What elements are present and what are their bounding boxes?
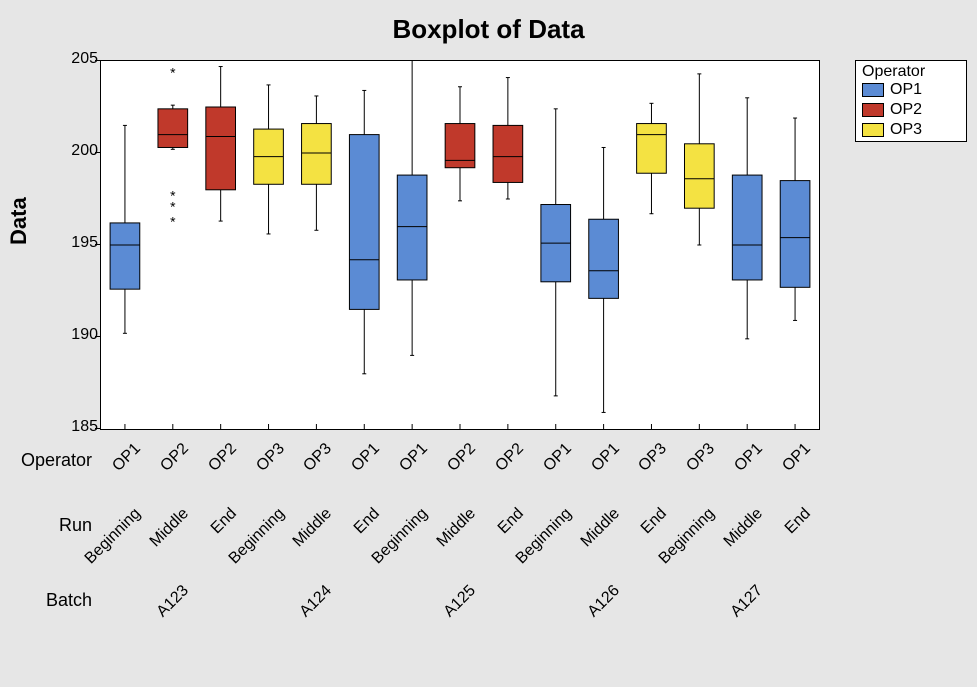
chart-title: Boxplot of Data: [0, 14, 977, 45]
y-tick-mark: [95, 336, 100, 337]
legend-label-op1: OP1: [890, 81, 922, 99]
legend-label-op2: OP2: [890, 101, 922, 119]
legend-swatch-op3: [862, 123, 884, 137]
legend-swatch-op1: [862, 83, 884, 97]
svg-text:*: *: [169, 67, 177, 83]
boxplot-svg: ****: [101, 61, 819, 429]
y-tick-mark: [95, 60, 100, 61]
y-axis-label: Data: [6, 197, 32, 245]
row-label-operator: Operator: [0, 450, 92, 471]
plot-area: ****: [100, 60, 820, 430]
chart-container: Boxplot of Data Data **** Operator OP1 O…: [0, 0, 977, 639]
legend-item-op1: OP1: [856, 81, 966, 101]
svg-text:*: *: [169, 190, 177, 206]
y-tick-mark: [95, 244, 100, 245]
y-tick-label: 200: [58, 142, 98, 160]
legend-item-op2: OP2: [856, 101, 966, 121]
legend-swatch-op2: [862, 103, 884, 117]
legend-title: Operator: [856, 61, 966, 81]
legend-item-op3: OP3: [856, 121, 966, 141]
y-tick-label: 205: [58, 50, 98, 68]
y-tick-label: 195: [58, 234, 98, 252]
legend-label-op3: OP3: [890, 121, 922, 139]
y-tick-label: 190: [58, 326, 98, 344]
y-tick-mark: [95, 428, 100, 429]
legend: Operator OP1 OP2 OP3: [855, 60, 967, 142]
y-tick-label: 185: [58, 418, 98, 436]
svg-text:*: *: [169, 216, 177, 232]
y-tick-mark: [95, 152, 100, 153]
